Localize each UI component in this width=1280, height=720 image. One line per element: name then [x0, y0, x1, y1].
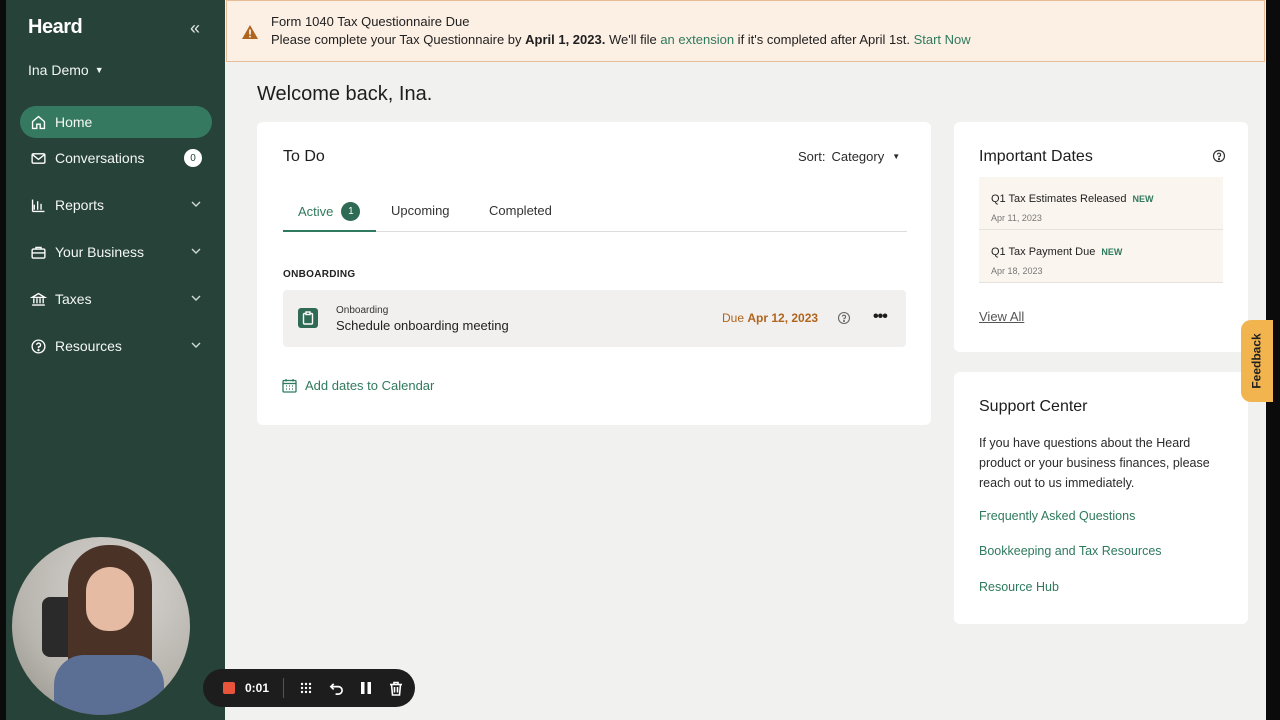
tab-upcoming[interactable]: Upcoming	[391, 203, 450, 218]
extension-link[interactable]: an extension	[660, 32, 734, 47]
support-center-card: Support Center If you have questions abo…	[954, 372, 1248, 624]
clipboard-icon	[298, 308, 318, 328]
view-all-link[interactable]: View All	[979, 309, 1024, 324]
date-item[interactable]: Q1 Tax Estimates Released NEW Apr 11, 202…	[979, 177, 1223, 230]
tax-questionnaire-banner: Form 1040 Tax Questionnaire Due Please c…	[226, 0, 1265, 62]
warning-icon	[242, 25, 258, 39]
tab-label: Completed	[489, 203, 552, 218]
briefcase-icon	[28, 242, 48, 262]
help-circle-icon	[28, 336, 48, 356]
sidebar-item-label: Reports	[55, 197, 105, 213]
feedback-label: Feedback	[1250, 333, 1265, 389]
user-name: Ina Demo	[28, 62, 89, 78]
faq-link[interactable]: Frequently Asked Questions	[979, 509, 1135, 523]
banner-text: We'll file	[605, 32, 661, 47]
drag-handle-icon[interactable]	[298, 680, 314, 696]
home-icon	[28, 112, 48, 132]
stop-recording-button[interactable]	[223, 682, 235, 694]
todo-title: To Do	[283, 148, 325, 165]
bookkeeping-resources-link[interactable]: Bookkeeping and Tax Resources	[979, 544, 1162, 558]
task-due-date: Due Apr 12, 2023	[722, 311, 818, 325]
bank-icon	[28, 289, 48, 309]
trash-icon[interactable]	[388, 680, 404, 696]
active-tab-indicator	[283, 230, 376, 232]
recording-timer: 0:01	[245, 681, 270, 695]
sidebar-item-resources[interactable]: Resources	[20, 330, 212, 362]
app-logo: Heard	[28, 16, 83, 38]
section-label: ONBOARDING	[283, 269, 356, 280]
help-icon[interactable]	[837, 311, 851, 325]
sidebar-item-label: Your Business	[55, 244, 144, 260]
caret-down-icon: ▼	[94, 65, 104, 75]
calendar-link-label: Add dates to Calendar	[305, 378, 435, 393]
chevron-down-icon	[191, 201, 201, 207]
caret-down-icon: ▼	[892, 152, 901, 161]
help-icon[interactable]	[1212, 149, 1226, 163]
divider	[283, 678, 285, 698]
resource-hub-link[interactable]: Resource Hub	[979, 580, 1059, 594]
unread-count-badge: 0	[184, 149, 202, 167]
sidebar-item-label: Taxes	[55, 291, 92, 307]
date-item[interactable]: Q1 Tax Payment Due NEW Apr 18, 2023	[979, 230, 1223, 283]
sidebar-item-reports[interactable]: Reports	[20, 189, 212, 221]
tab-active[interactable]: Active 1	[298, 202, 361, 221]
start-now-link[interactable]: Start Now	[914, 32, 971, 47]
sort-value: Category	[831, 149, 885, 164]
support-title: Support Center	[979, 398, 1088, 415]
banner-due-date: April 1, 2023.	[525, 32, 606, 47]
chevron-down-icon	[191, 342, 201, 348]
pause-icon[interactable]	[358, 680, 374, 696]
tab-completed[interactable]: Completed	[489, 203, 552, 218]
tab-label: Upcoming	[391, 203, 450, 218]
sidebar-item-your-business[interactable]: Your Business	[20, 236, 212, 268]
important-dates-card: Important Dates Q1 Tax Estimates Release…	[954, 122, 1248, 352]
recording-controls: 0:01	[203, 669, 415, 707]
banner-title: Form 1040 Tax Questionnaire Due	[271, 14, 470, 29]
date-value: Apr 11, 2023	[991, 213, 1042, 223]
sort-dropdown[interactable]: Sort: Category ▼	[798, 149, 900, 164]
banner-text: if it's completed after April 1st.	[734, 32, 914, 47]
important-dates-title: Important Dates	[979, 148, 1093, 165]
mail-icon	[28, 148, 48, 168]
bar-chart-icon	[28, 195, 48, 215]
new-badge: NEW	[1132, 194, 1154, 204]
tab-label: Active	[298, 204, 334, 219]
banner-text: Please complete your Tax Questionnaire b…	[271, 32, 526, 47]
sidebar-item-taxes[interactable]: Taxes	[20, 283, 212, 315]
calendar-icon	[282, 379, 297, 393]
user-menu[interactable]: Ina Demo ▼	[28, 62, 104, 78]
due-label: Due	[722, 311, 745, 325]
sort-label: Sort:	[798, 149, 826, 164]
sidebar-item-label: Resources	[55, 338, 122, 354]
date-value: Apr 18, 2023	[991, 266, 1043, 276]
date-name: Q1 Tax Payment Due	[991, 246, 1096, 258]
sidebar-item-label: Home	[55, 114, 93, 130]
undo-icon[interactable]	[328, 680, 344, 696]
sidebar-item-conversations[interactable]: Conversations 0	[20, 142, 212, 174]
webcam-presenter-body	[54, 655, 164, 715]
todo-card: To Do Sort: Category ▼ Active 1 Upcoming…	[257, 122, 931, 425]
task-category: Onboarding	[336, 305, 389, 316]
add-to-calendar-link[interactable]: Add dates to Calendar	[282, 378, 434, 393]
due-date: Apr 12, 2023	[747, 311, 819, 325]
date-name: Q1 Tax Estimates Released	[991, 193, 1127, 205]
new-badge: NEW	[1101, 247, 1123, 257]
more-options-icon[interactable]: •••	[873, 308, 888, 326]
todo-tabs: Active 1 Upcoming Completed	[283, 196, 907, 232]
chevron-down-icon	[191, 248, 201, 254]
task-name: Schedule onboarding meeting	[336, 318, 509, 333]
collapse-sidebar-icon[interactable]: «	[190, 18, 200, 39]
sidebar-item-home[interactable]: Home	[20, 106, 212, 138]
page-title: Welcome back, Ina.	[257, 83, 433, 105]
webcam-overlay	[12, 537, 190, 715]
webcam-presenter-face	[86, 567, 134, 631]
sidebar-item-label: Conversations	[55, 150, 145, 166]
chevron-down-icon	[191, 295, 201, 301]
task-item[interactable]: Onboarding Schedule onboarding meeting D…	[283, 290, 906, 347]
feedback-tab[interactable]: Feedback	[1241, 320, 1273, 402]
banner-message: Please complete your Tax Questionnaire b…	[271, 32, 971, 47]
support-description: If you have questions about the Heard pr…	[979, 436, 1210, 490]
tab-count-badge: 1	[341, 202, 361, 221]
